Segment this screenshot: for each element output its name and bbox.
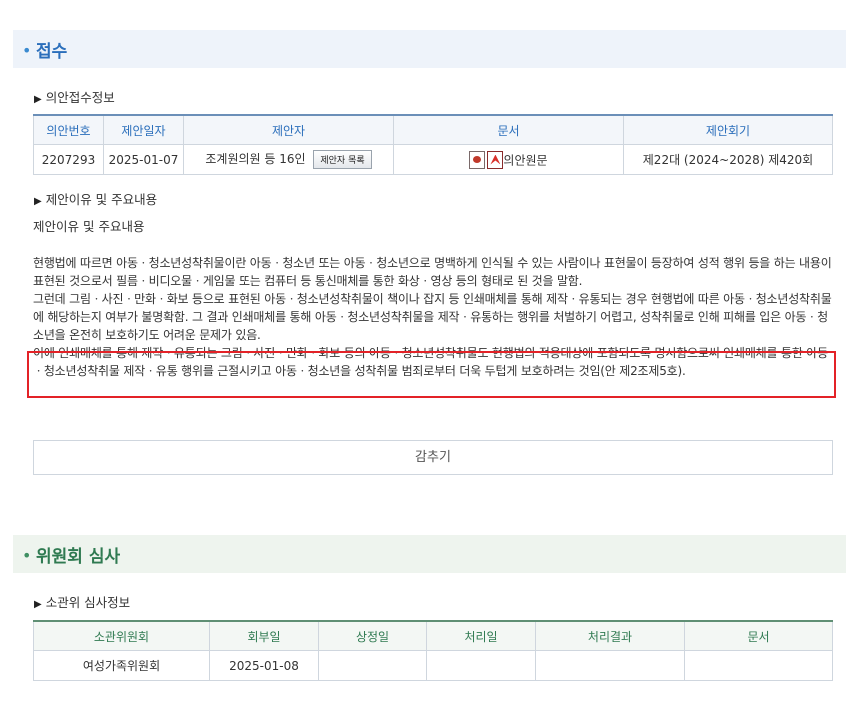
proposer-list-button[interactable]: 제안자 목록 <box>313 150 372 169</box>
col-date: 제안일자 <box>103 114 184 145</box>
triangle-icon: ▶ <box>34 94 42 105</box>
subsection-reason: ▶ 제안이유 및 주요내용 <box>34 189 157 208</box>
bullet-icon: • <box>22 41 32 60</box>
subsection-committee-info: ▶ 소관위 심사정보 <box>34 592 130 611</box>
table-row: 여성가족위원회 2025-01-08 <box>33 650 833 681</box>
triangle-icon: ▶ <box>34 196 42 207</box>
proposer-cell: 조계원의원 등 16인 제안자 목록 <box>183 144 394 175</box>
process-result <box>535 650 685 681</box>
col-committee: 소관위원회 <box>33 620 210 651</box>
table-header-row: 의안번호 제안일자 제안자 문서 제안회기 <box>33 114 833 145</box>
col-session: 제안회기 <box>623 114 833 145</box>
table-header-row: 소관위원회 회부일 상정일 처리일 처리결과 문서 <box>33 620 833 651</box>
col-result: 처리결과 <box>535 620 685 651</box>
agenda-date <box>318 650 427 681</box>
paragraph: 현행법에 따르면 아동ㆍ청소년성착취물이란 아동ㆍ청소년 또는 아동ㆍ청소년으로… <box>33 256 832 288</box>
reason-label: 제안이유 및 주요내용 <box>33 219 145 234</box>
bullet-icon: • <box>22 546 32 565</box>
proposer-name: 조계원의원 등 16인 <box>205 152 306 166</box>
document-link[interactable]: 의안원문 <box>503 153 547 167</box>
process-date <box>426 650 536 681</box>
reception-table: 의안번호 제안일자 제안자 문서 제안회기 2207293 2025-01-07… <box>33 114 833 175</box>
section-reception-header: • 접수 <box>13 30 846 68</box>
committee-table: 소관위원회 회부일 상정일 처리일 처리결과 문서 여성가족위원회 2025-0… <box>33 620 833 681</box>
subsection-reception-info: ▶ 의안접수정보 <box>34 87 115 106</box>
subsection-label: 의안접수정보 <box>45 90 115 105</box>
col-agenda-date: 상정일 <box>318 620 427 651</box>
session: 제22대 (2024~2028) 제420회 <box>623 144 833 175</box>
table-row: 2207293 2025-01-07 조계원의원 등 16인 제안자 목록 의안… <box>33 144 833 175</box>
highlight-box <box>27 351 836 398</box>
propose-date: 2025-01-07 <box>103 144 184 175</box>
col-process-date: 처리일 <box>426 620 536 651</box>
referral-date: 2025-01-08 <box>209 650 319 681</box>
col-proposer: 제안자 <box>183 114 394 145</box>
section-title: 접수 <box>36 42 68 62</box>
col-referral-date: 회부일 <box>209 620 319 651</box>
subsection-label: 소관위 심사정보 <box>45 595 131 610</box>
col-document: 문서 <box>393 114 624 145</box>
hide-button[interactable]: 감추기 <box>33 440 833 475</box>
col-bill-no: 의안번호 <box>33 114 104 145</box>
section-committee-header: • 위원회 심사 <box>13 535 846 573</box>
pdf-file-icon[interactable] <box>487 150 504 169</box>
bill-number: 2207293 <box>33 144 104 175</box>
col-document: 문서 <box>684 620 833 651</box>
section-title: 위원회 심사 <box>36 547 121 567</box>
hwp-file-icon[interactable] <box>469 150 486 169</box>
document-cell: 의안원문 <box>393 144 624 175</box>
paragraph: 그런데 그림ㆍ사진ㆍ만화ㆍ화보 등으로 표현된 아동ㆍ청소년성착취물이 책이나 … <box>33 292 832 342</box>
subsection-label: 제안이유 및 주요내용 <box>45 192 158 207</box>
committee-name: 여성가족위원회 <box>33 650 210 681</box>
committee-document <box>684 650 833 681</box>
triangle-icon: ▶ <box>34 599 42 610</box>
